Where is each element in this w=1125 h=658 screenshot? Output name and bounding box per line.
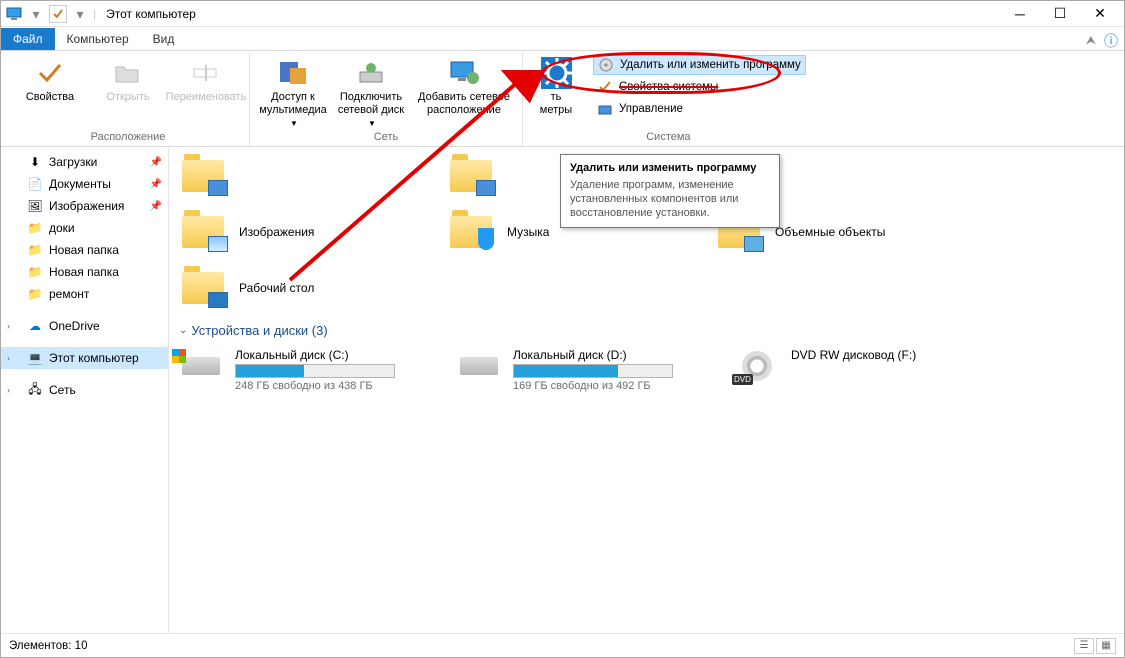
window-title: Этот компьютер [106, 7, 196, 21]
checkmark-icon [34, 57, 66, 89]
computer-icon: 💻 [27, 350, 43, 366]
tab-file[interactable]: Файл [1, 28, 55, 50]
drive-dvd[interactable]: DVD DVD RW дисковод (F:) [735, 348, 965, 392]
help-icon[interactable]: ⓘ [1104, 31, 1118, 51]
maximize-button[interactable]: ☐ [1040, 3, 1080, 25]
check-icon [597, 79, 613, 95]
rename-button: Переименовать [171, 55, 241, 129]
network-icon: 🖧 [27, 382, 43, 398]
cd-icon [598, 57, 614, 73]
pin-icon: 📌 [150, 179, 162, 190]
computer-icon [5, 5, 23, 23]
media-icon [277, 57, 309, 89]
hdd-icon [457, 348, 501, 384]
nav-thispc[interactable]: ›💻Этот компьютер [1, 347, 168, 369]
dvd-icon: DVD [735, 348, 779, 384]
manage-icon [597, 101, 613, 117]
tab-computer[interactable]: Компьютер [55, 28, 141, 50]
group-location-label: Расположение [91, 129, 166, 146]
properties-button[interactable]: Свойства [15, 55, 85, 129]
monitor-icon [448, 57, 480, 89]
qat-dropdown2-icon[interactable]: ▾ [71, 5, 89, 23]
folder-images[interactable]: Изображения [179, 211, 399, 253]
open-button: Открыть [93, 55, 163, 129]
nav-doki[interactable]: 📁доки [1, 217, 168, 239]
status-text: Элементов: 10 [9, 640, 87, 652]
tooltip: Удалить или изменить программу Удаление … [560, 154, 780, 228]
nav-onedrive[interactable]: ›☁OneDrive [1, 315, 168, 337]
minimize-ribbon-icon[interactable]: ⮝ [1086, 33, 1096, 48]
hdd-icon [179, 348, 223, 384]
folder-icon [179, 211, 227, 253]
details-view-button[interactable]: ☰ [1074, 638, 1094, 654]
folder-desktop[interactable]: Рабочий стол [179, 267, 399, 309]
navigation-pane[interactable]: ⬇Загрузки📌 📄Документы📌 🖼Изображения📌 📁до… [1, 147, 169, 633]
tab-view[interactable]: Вид [141, 28, 187, 50]
capacity-bar [513, 364, 673, 378]
ribbon-tabs: Файл Компьютер Вид ⮝ ⓘ [1, 27, 1124, 51]
pin-icon: 📌 [150, 157, 162, 168]
nav-newfolder2[interactable]: 📁Новая папка [1, 261, 168, 283]
chevron-down-icon: ⌄ [179, 325, 187, 336]
map-drive-button[interactable]: Подключить сетевой диск▼ [336, 55, 406, 129]
qat-dropdown-icon[interactable]: ▾ [27, 5, 45, 23]
folder-icon [447, 211, 495, 253]
chevron-down-icon: ▼ [290, 119, 298, 128]
nav-downloads[interactable]: ⬇Загрузки📌 [1, 151, 168, 173]
download-icon: ⬇ [27, 154, 43, 170]
chevron-right-icon: › [7, 385, 10, 395]
chevron-right-icon: › [7, 353, 10, 363]
manage-button[interactable]: Управление [593, 99, 687, 119]
nav-network[interactable]: ›🖧Сеть [1, 379, 168, 401]
nav-pictures[interactable]: 🖼Изображения📌 [1, 195, 168, 217]
tooltip-title: Удалить или изменить программу [570, 162, 770, 174]
drive-c[interactable]: Локальный диск (C:) 248 ГБ свободно из 4… [179, 348, 409, 392]
pin-icon: 📌 [150, 201, 162, 212]
status-bar: Элементов: 10 ☰ ▦ [1, 633, 1124, 657]
gear-icon [540, 57, 572, 89]
folder-icon: 📁 [27, 220, 43, 236]
group-network-label: Сеть [374, 129, 398, 146]
partial-folder-item[interactable] [179, 155, 399, 197]
minimize-button[interactable]: ─ [1000, 3, 1040, 25]
tooltip-body: Удаление программ, изменение установленн… [570, 178, 770, 220]
system-properties-button[interactable]: Свойства системы [593, 77, 722, 97]
qat-properties-icon[interactable] [49, 5, 67, 23]
nav-remont[interactable]: 📁ремонт [1, 283, 168, 305]
nav-documents[interactable]: 📄Документы📌 [1, 173, 168, 195]
folder-icon [179, 267, 227, 309]
picture-icon: 🖼 [27, 198, 43, 214]
title-bar: ▾ ▾ | Этот компьютер ─ ☐ ✕ [1, 1, 1124, 27]
folder-icon: 📁 [27, 286, 43, 302]
add-network-location-button[interactable]: Добавить сетевое расположение [414, 55, 514, 129]
chevron-right-icon: › [7, 321, 10, 331]
document-icon: 📄 [27, 176, 43, 192]
drive-d[interactable]: Локальный диск (D:) 169 ГБ свободно из 4… [457, 348, 687, 392]
close-button[interactable]: ✕ [1080, 3, 1120, 25]
ribbon: Свойства Открыть Переименовать Расположе… [1, 51, 1124, 147]
open-folder-icon [112, 57, 144, 89]
icons-view-button[interactable]: ▦ [1096, 638, 1116, 654]
folder-icon: 📁 [27, 264, 43, 280]
drives-section-header[interactable]: ⌄ Устройства и диски (3) [179, 323, 1114, 338]
nav-newfolder1[interactable]: 📁Новая папка [1, 239, 168, 261]
network-drive-icon [355, 57, 387, 89]
chevron-down-icon: ▼ [368, 119, 376, 128]
open-settings-button[interactable]: ть метры [531, 55, 581, 129]
capacity-bar [235, 364, 395, 378]
rename-icon [190, 57, 222, 89]
cloud-icon: ☁ [27, 318, 43, 334]
group-system-label: Система [646, 129, 690, 146]
uninstall-program-button[interactable]: Удалить или изменить программу [593, 55, 806, 75]
media-access-button[interactable]: Доступ к мультимедиа▼ [258, 55, 328, 129]
folder-icon: 📁 [27, 242, 43, 258]
